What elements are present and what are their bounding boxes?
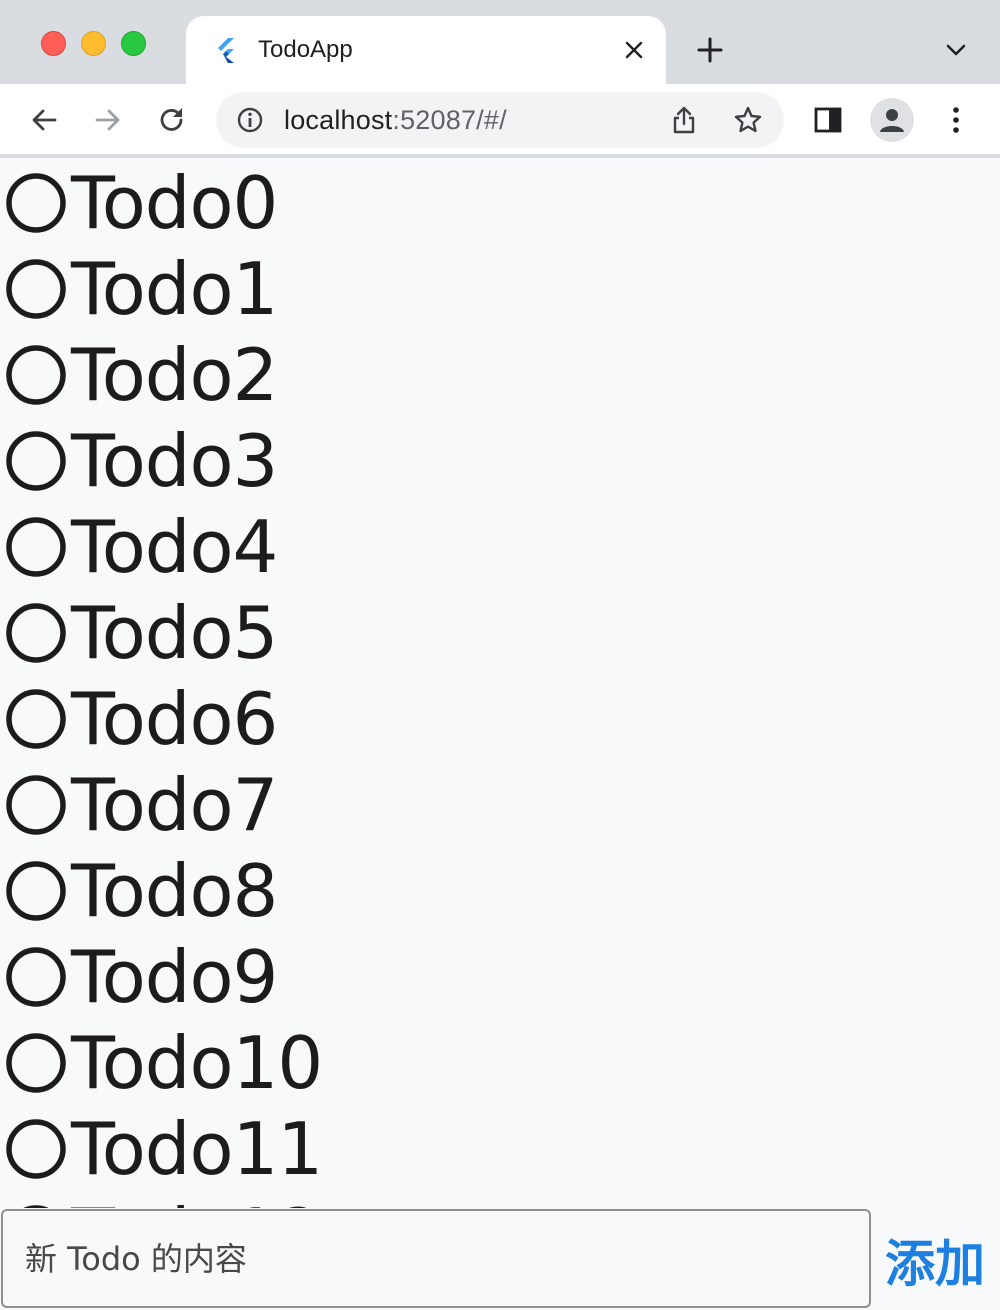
todo-title: Todo3 (71, 419, 278, 503)
address-bar[interactable]: localhost:52087/#/ (216, 92, 784, 148)
todo-item[interactable]: Todo6 (0, 676, 1000, 762)
share-icon[interactable] (664, 102, 704, 138)
arrow-left-icon[interactable] (22, 98, 66, 142)
radio-unchecked-icon[interactable] (5, 1118, 67, 1180)
radio-unchecked-icon[interactable] (5, 946, 67, 1008)
radio-unchecked-icon[interactable] (5, 516, 67, 578)
radio-unchecked-icon[interactable] (5, 258, 67, 320)
browser-toolbar: localhost:52087/#/ (0, 84, 1000, 156)
todo-item[interactable]: Todo3 (0, 418, 1000, 504)
todo-item[interactable]: Todo7 (0, 762, 1000, 848)
radio-unchecked-icon[interactable] (5, 774, 67, 836)
radio-unchecked-icon[interactable] (5, 1032, 67, 1094)
arrow-right-icon[interactable] (86, 98, 130, 142)
reload-icon[interactable] (150, 98, 194, 142)
plus-icon[interactable] (690, 30, 730, 70)
todo-title: Todo9 (71, 935, 278, 1019)
url-text[interactable]: localhost:52087/#/ (284, 104, 507, 136)
todo-title: Todo7 (71, 763, 278, 847)
radio-unchecked-icon[interactable] (5, 172, 67, 234)
radio-unchecked-icon[interactable] (5, 860, 67, 922)
new-todo-input[interactable] (1, 1209, 871, 1308)
todo-item[interactable]: Todo4 (0, 504, 1000, 590)
url-path: :52087/#/ (392, 105, 507, 135)
radio-unchecked-icon[interactable] (5, 602, 67, 664)
todo-title: Todo1 (71, 247, 278, 331)
todo-title: Todo6 (71, 677, 278, 761)
todo-item[interactable]: Todo9 (0, 934, 1000, 1020)
todo-title: Todo0 (71, 161, 278, 245)
maximize-window-button[interactable] (121, 31, 146, 56)
browser-tab[interactable]: TodoApp (186, 16, 666, 84)
info-icon[interactable] (234, 104, 266, 136)
flutter-icon (212, 36, 240, 64)
new-todo-bar: 添加 (0, 1208, 1000, 1310)
todo-item[interactable]: Todo11 (0, 1106, 1000, 1192)
minimize-window-button[interactable] (81, 31, 106, 56)
todo-title: Todo11 (71, 1107, 323, 1191)
tab-title: TodoApp (258, 36, 353, 63)
add-todo-button[interactable]: 添加 (880, 1218, 990, 1302)
todo-title: Todo10 (71, 1021, 323, 1105)
person-icon[interactable] (870, 98, 914, 142)
todo-item[interactable]: Todo1 (0, 246, 1000, 332)
radio-unchecked-icon[interactable] (5, 344, 67, 406)
close-icon[interactable] (618, 34, 650, 66)
todo-title: Todo8 (71, 849, 278, 933)
todo-title: Todo2 (71, 333, 278, 417)
app-page: Todo0 Todo1 Todo2 Todo3 Todo4 Todo5 Todo6 Todo7… (0, 158, 1000, 1310)
todo-title: Todo4 (71, 505, 278, 589)
tab-strip: TodoApp (0, 0, 1000, 84)
todo-title: Todo5 (71, 591, 278, 675)
todo-item[interactable]: Todo5 (0, 590, 1000, 676)
close-window-button[interactable] (41, 31, 66, 56)
side-panel-icon[interactable] (806, 98, 850, 142)
todo-item[interactable]: Todo10 (0, 1020, 1000, 1106)
todo-item[interactable]: Todo2 (0, 332, 1000, 418)
todo-item[interactable]: Todo8 (0, 848, 1000, 934)
url-host: localhost (284, 105, 393, 135)
kebab-menu-icon[interactable] (934, 98, 978, 142)
star-icon[interactable] (728, 102, 768, 138)
radio-unchecked-icon[interactable] (5, 688, 67, 750)
todo-item[interactable]: Todo0 (0, 160, 1000, 246)
chevron-down-icon[interactable] (936, 30, 976, 70)
radio-unchecked-icon[interactable] (5, 430, 67, 492)
